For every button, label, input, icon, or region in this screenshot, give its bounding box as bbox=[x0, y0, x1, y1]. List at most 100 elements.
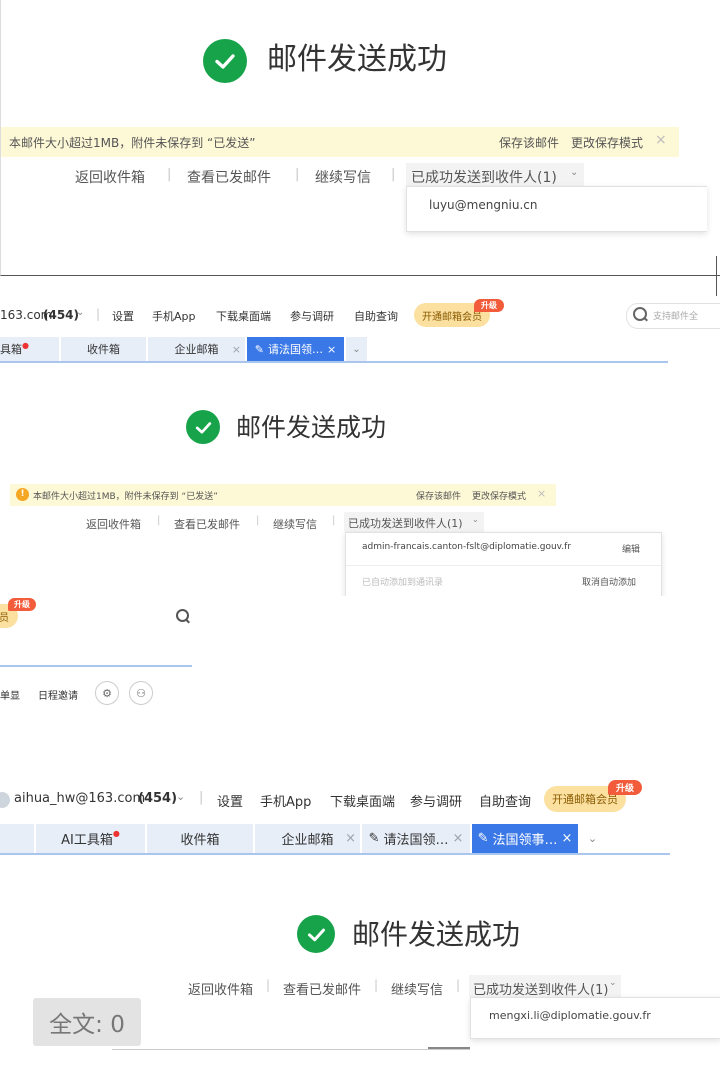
success-title: 邮件发送成功 bbox=[236, 413, 387, 442]
tab-ai-tools[interactable]: AI工具箱 ● bbox=[36, 824, 146, 853]
nav-self-service[interactable]: 自助查询 bbox=[354, 308, 398, 324]
divider bbox=[428, 1047, 470, 1049]
chevron-down-icon: ⌄ bbox=[609, 978, 617, 988]
recipients-dropdown-toggle[interactable]: 已成功发送到收件人(1) ⌄ bbox=[344, 512, 484, 532]
nav-download-desktop[interactable]: 下载桌面端 bbox=[216, 308, 271, 324]
nav-survey[interactable]: 参与调研 bbox=[410, 791, 462, 810]
separator: | bbox=[391, 167, 396, 182]
nav-settings[interactable]: 设置 bbox=[112, 308, 134, 324]
recipients-label: 已成功发送到收件人(1) bbox=[473, 983, 609, 998]
upgrade-badge: 升级 bbox=[8, 598, 36, 611]
change-save-mode-link[interactable]: 更改保存模式 bbox=[472, 489, 526, 502]
close-icon[interactable]: × bbox=[327, 343, 336, 356]
upgrade-label: 升级 bbox=[615, 784, 634, 794]
nav-settings[interactable]: 设置 bbox=[217, 791, 243, 810]
close-icon[interactable]: × bbox=[232, 343, 241, 356]
contact-icon[interactable]: ⚇ bbox=[129, 681, 153, 705]
pencil-icon: ✎ bbox=[368, 831, 380, 846]
tab-inbox[interactable]: 收件箱 bbox=[61, 337, 147, 361]
upgrade-label: 升级 bbox=[14, 600, 30, 609]
tab-ai-tools[interactable]: 具箱 ● bbox=[0, 337, 60, 361]
tab-compose-1[interactable]: ✎ 请法国领… × bbox=[362, 824, 471, 853]
recipients-dropdown: admin-francais.canton-fslt@diplomatie.go… bbox=[345, 532, 662, 596]
separator: | bbox=[96, 307, 101, 321]
tab-enterprise-mail[interactable]: 企业邮箱 × bbox=[255, 824, 361, 853]
tab-more-dropdown[interactable]: ⌄ bbox=[346, 337, 368, 361]
tab-underline bbox=[0, 665, 192, 667]
nav-survey[interactable]: 参与调研 bbox=[290, 308, 334, 324]
pencil-icon: ✎ bbox=[254, 342, 264, 356]
close-icon[interactable]: × bbox=[537, 487, 546, 500]
separator: | bbox=[374, 978, 379, 992]
view-sent-link[interactable]: 查看已发邮件 bbox=[174, 516, 240, 532]
recipient-email: mengxi.li@diplomatie.gouv.fr bbox=[489, 1009, 651, 1022]
word-count-overlay: 全文: 0 bbox=[33, 998, 141, 1046]
toolbar-calendar-invite[interactable]: 日程邀请 bbox=[38, 687, 78, 702]
cancel-auto-add-link[interactable]: 取消自动添加 bbox=[582, 575, 636, 588]
warning-bar: ! 本邮件大小超过1MB，附件未保存到 “已发送” 保存该邮件 更改保存模式 × bbox=[10, 484, 556, 506]
tab-label: 企业邮箱 bbox=[174, 343, 219, 356]
recipients-dropdown-toggle[interactable]: 已成功发送到收件人(1) ⌄ bbox=[469, 975, 621, 998]
back-to-inbox-link[interactable]: 返回收件箱 bbox=[86, 516, 141, 532]
separator: | bbox=[266, 978, 271, 992]
divider bbox=[346, 565, 661, 566]
recipients-dropdown-toggle[interactable]: 已成功发送到收件人(1) ⌄ bbox=[406, 163, 584, 187]
avatar[interactable] bbox=[0, 792, 10, 808]
chevron-down-icon: ⌄ bbox=[472, 515, 479, 524]
upgrade-badge: 升级 bbox=[608, 780, 642, 795]
close-icon[interactable]: × bbox=[655, 132, 667, 148]
account-name[interactable]: aihua_hw@163.com bbox=[14, 791, 145, 806]
close-icon[interactable]: × bbox=[562, 831, 573, 846]
chevron-down-icon: ⌄ bbox=[570, 167, 579, 178]
nav-mobile-app[interactable]: 手机App bbox=[152, 308, 196, 324]
close-icon[interactable]: × bbox=[453, 831, 464, 846]
warning-text: 本邮件大小超过1MB，附件未保存到 “已发送” bbox=[9, 136, 256, 150]
view-sent-link[interactable]: 查看已发邮件 bbox=[283, 979, 361, 998]
tab-more-dropdown[interactable]: ⌄ bbox=[580, 824, 606, 853]
edit-link[interactable]: 编辑 bbox=[622, 542, 640, 555]
auto-added-note: 已自动添加到通讯录 bbox=[362, 578, 444, 588]
nav-download-desktop[interactable]: 下载桌面端 bbox=[330, 791, 395, 810]
tab-compose-2[interactable]: ✎ 法国领事… × bbox=[472, 824, 579, 853]
toolbar-single-view[interactable]: 单显 bbox=[0, 687, 20, 702]
settings-gear-icon[interactable]: ⚙ bbox=[95, 681, 119, 705]
continue-writing-link[interactable]: 继续写信 bbox=[273, 516, 317, 532]
search-icon-handle bbox=[643, 316, 648, 322]
back-to-inbox-link[interactable]: 返回收件箱 bbox=[188, 979, 253, 998]
mail-count: (454) bbox=[138, 791, 178, 806]
chevron-down-icon[interactable]: ⌄ bbox=[76, 307, 84, 318]
save-mail-link[interactable]: 保存该邮件 bbox=[416, 489, 461, 502]
chevron-down-icon[interactable]: ⌄ bbox=[176, 790, 185, 803]
change-save-mode-link[interactable]: 更改保存模式 bbox=[571, 134, 643, 151]
upgrade-label: 升级 bbox=[481, 301, 497, 310]
continue-writing-link[interactable]: 继续写信 bbox=[315, 167, 371, 187]
tab-label: 请法国领… bbox=[383, 833, 449, 848]
tab-inbox[interactable]: 收件箱 bbox=[147, 824, 254, 853]
separator: | bbox=[456, 978, 461, 992]
tab-enterprise-mail[interactable]: 企业邮箱 × bbox=[148, 337, 246, 361]
recipient-email: luyu@mengniu.cn bbox=[429, 198, 538, 212]
search-box[interactable]: 支持邮件全 bbox=[626, 303, 720, 329]
screenshot-panel-1: 邮件发送成功 本邮件大小超过1MB，附件未保存到 “已发送” 保存该邮件 更改保… bbox=[0, 0, 720, 276]
recipients-dropdown: mengxi.li@diplomatie.gouv.fr bbox=[470, 997, 720, 1039]
tab-partial[interactable] bbox=[0, 824, 35, 853]
tab-compose[interactable]: ✎ 请法国领… × bbox=[247, 337, 345, 361]
edge-mark bbox=[716, 256, 720, 296]
recipient-email: admin-francais.canton-fslt@diplomatie.go… bbox=[362, 542, 572, 552]
separator: | bbox=[256, 515, 260, 526]
tab-label: 收件箱 bbox=[180, 833, 220, 848]
pencil-icon: ✎ bbox=[477, 831, 489, 846]
tab-bar: AI工具箱 ● 收件箱 企业邮箱 × ✎ 请法国领… × ✎ 法国领事… × ⌄ bbox=[0, 824, 670, 855]
back-to-inbox-link[interactable]: 返回收件箱 bbox=[75, 167, 145, 187]
nav-self-service[interactable]: 自助查询 bbox=[479, 791, 531, 810]
save-mail-link[interactable]: 保存该邮件 bbox=[499, 134, 559, 151]
view-sent-link[interactable]: 查看已发邮件 bbox=[187, 167, 271, 187]
screenshot-panel-2: 163.com (454) ⌄ | 设置 手机App 下载桌面端 参与调研 自助… bbox=[0, 276, 720, 596]
nav-mobile-app[interactable]: 手机App bbox=[260, 791, 311, 810]
separator: | bbox=[167, 167, 172, 182]
upgrade-badge: 升级 bbox=[474, 299, 504, 312]
tab-label: 企业邮箱 bbox=[281, 833, 334, 848]
close-icon[interactable]: × bbox=[345, 831, 356, 846]
tab-label: 收件箱 bbox=[87, 343, 120, 356]
continue-writing-link[interactable]: 继续写信 bbox=[391, 979, 443, 998]
